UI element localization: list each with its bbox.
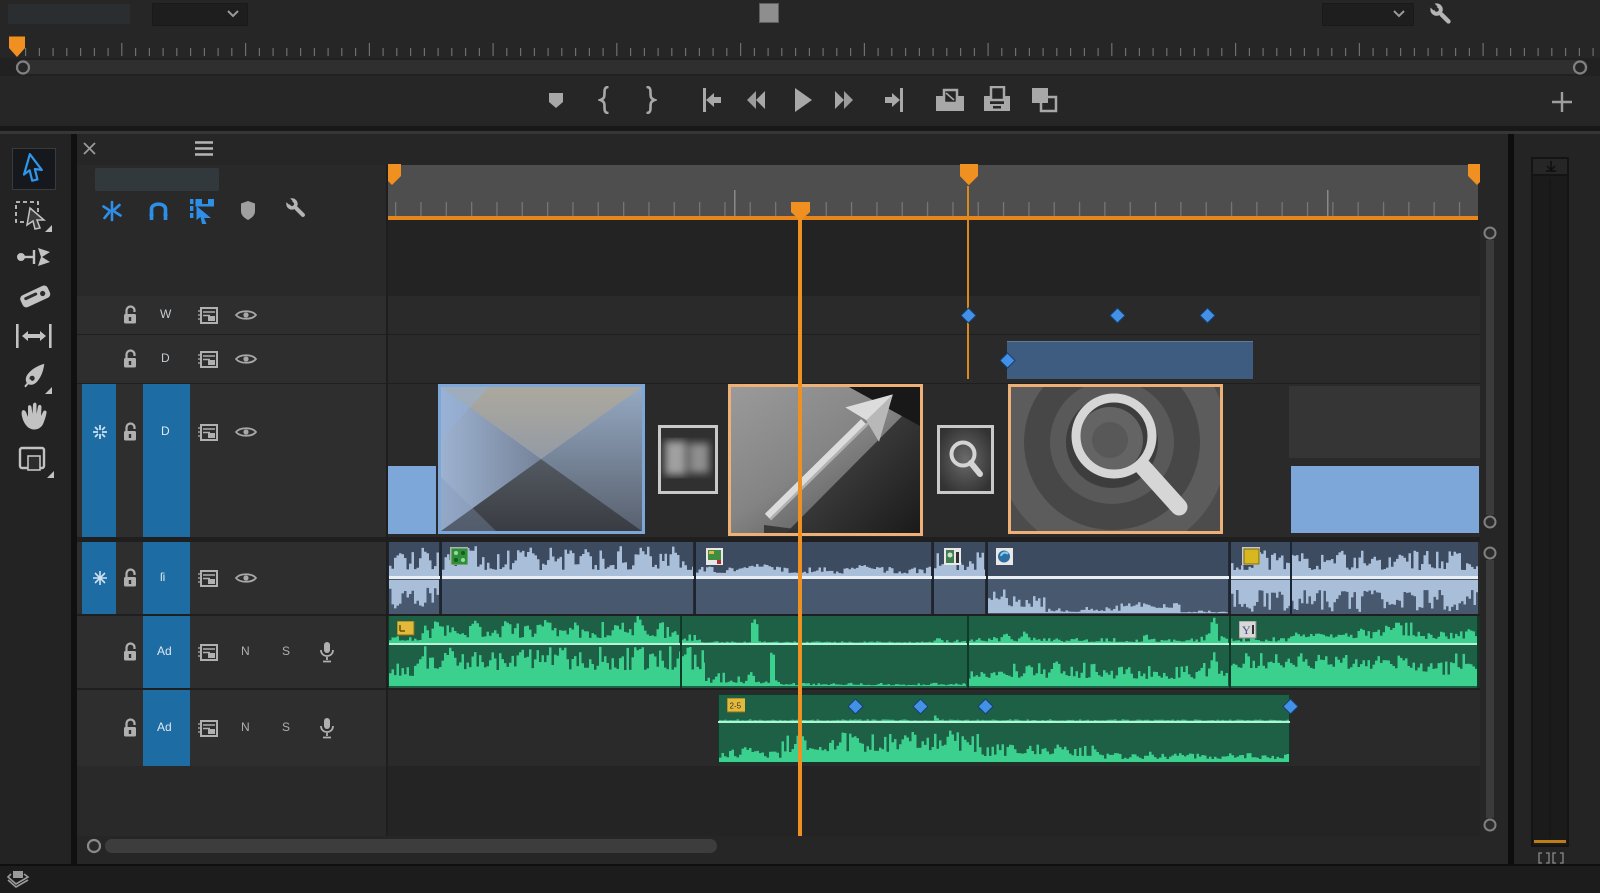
svg-text:2-5: 2-5 xyxy=(730,702,742,711)
svg-text:Y: Y xyxy=(1242,623,1251,637)
